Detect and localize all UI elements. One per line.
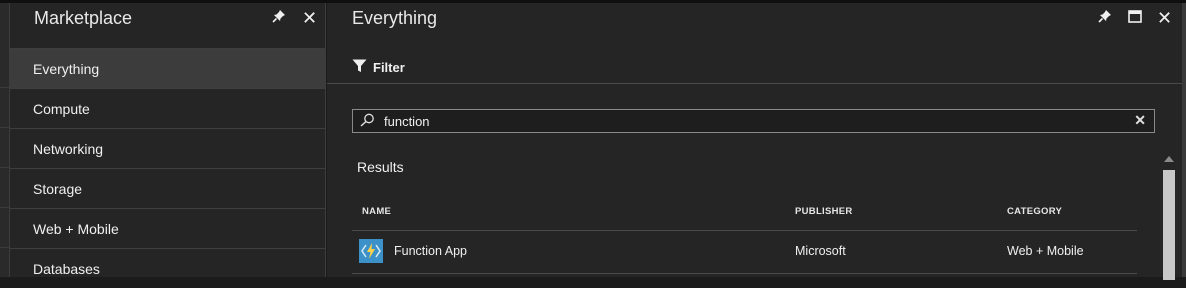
menu-item-networking[interactable]: Networking [10,128,325,168]
search-value: function [384,114,430,129]
column-header-publisher[interactable]: PUBLISHER [795,206,853,217]
maximize-icon[interactable] [1128,10,1142,28]
background-blade-edge [0,3,10,277]
filter-icon [352,59,367,76]
window-edge [1182,3,1186,277]
close-icon[interactable]: ✕ [302,8,317,28]
marketplace-blade: Marketplace ✕ Everything Compute Network… [10,3,326,277]
clear-icon[interactable]: ✕ [1134,112,1146,129]
menu-item-label: Databases [33,260,100,277]
column-header-name[interactable]: NAME [362,206,391,217]
search-icon [359,113,375,132]
vertical-scrollbar[interactable] [1161,153,1177,280]
menu-item-databases[interactable]: Databases [10,248,325,288]
menu-item-label: Compute [33,100,90,117]
cell-category: Web + Mobile [1007,244,1084,258]
divider [327,83,1182,84]
row-divider [352,273,1137,274]
cell-name: Function App [394,244,467,258]
cell-publisher: Microsoft [795,244,846,258]
table-row[interactable]: Function App Microsoft Web + Mobile [352,231,1137,273]
scrollbar-thumb[interactable] [1163,170,1175,280]
blade-title: Marketplace [34,8,133,28]
results-heading: Results [357,159,404,175]
filter-button[interactable]: Filter [352,59,405,76]
menu-item-label: Everything [33,60,100,77]
marketplace-menu: Everything Compute Networking Storage We… [10,48,325,288]
blade-title: Everything [352,8,438,28]
column-header-category[interactable]: CATEGORY [1007,206,1062,217]
menu-item-everything[interactable]: Everything [10,48,325,88]
function-app-icon [359,239,383,263]
pin-icon[interactable] [272,9,286,28]
scroll-up-icon[interactable] [1164,156,1174,162]
menu-item-label: Storage [33,180,83,197]
everything-blade: Everything ✕ Filter function ✕ Results N… [327,3,1182,280]
filter-label: Filter [373,60,405,75]
menu-item-label: Web + Mobile [33,220,119,237]
menu-item-compute[interactable]: Compute [10,88,325,128]
pin-icon[interactable] [1098,9,1112,28]
menu-item-label: Networking [33,140,104,157]
menu-item-web-mobile[interactable]: Web + Mobile [10,208,325,248]
search-input[interactable]: function ✕ [352,109,1155,133]
close-icon[interactable]: ✕ [1157,8,1172,28]
menu-item-storage[interactable]: Storage [10,168,325,208]
